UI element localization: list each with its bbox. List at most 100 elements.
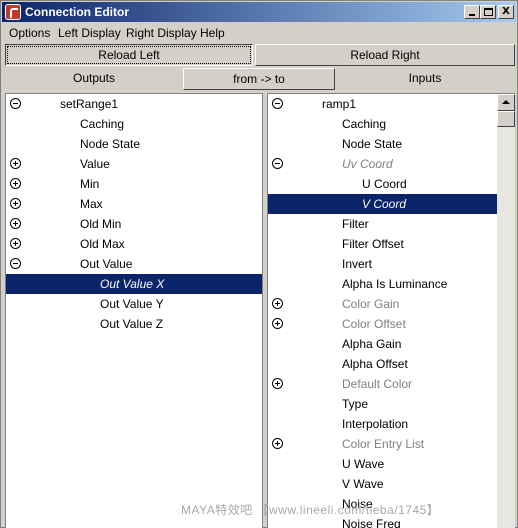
- right-row-v-coord[interactable]: V Coord: [268, 194, 497, 214]
- expand-plus-icon[interactable]: [272, 298, 283, 309]
- right-row-u-coord[interactable]: U Coord: [268, 174, 497, 194]
- right-row-color-offset[interactable]: Color Offset: [268, 314, 497, 334]
- connection-editor-window: Connection Editor X Options Left Display…: [0, 0, 518, 528]
- expand-plus-icon[interactable]: [10, 218, 21, 229]
- attribute-label: Caching: [80, 117, 125, 131]
- right-row-default-color[interactable]: Default Color: [268, 374, 497, 394]
- attribute-label: Out Value: [80, 257, 133, 271]
- scroll-up-button[interactable]: [497, 94, 515, 111]
- attribute-label: Interpolation: [342, 417, 409, 431]
- collapse-minus-icon[interactable]: [272, 98, 283, 109]
- watermark-text: MAYA特效吧 【www.lineeli.com/tieba/1745】: [181, 503, 440, 517]
- right-row-caching[interactable]: Caching: [268, 114, 497, 134]
- right-row-type[interactable]: Type: [268, 394, 497, 414]
- inputs-list[interactable]: ramp1 Caching Node State Uv Coord U Coord V C…: [267, 93, 515, 528]
- left-row-setrange1[interactable]: setRange1: [6, 94, 262, 114]
- reload-left-button[interactable]: Reload Left: [5, 44, 253, 66]
- attribute-label: Old Max: [80, 237, 125, 251]
- right-row-v-wave[interactable]: V Wave: [268, 474, 497, 494]
- right-row-color-gain[interactable]: Color Gain: [268, 294, 497, 314]
- attribute-label: Color Entry List: [342, 437, 425, 451]
- expand-plus-icon[interactable]: [10, 158, 21, 169]
- attribute-label: Min: [80, 177, 100, 191]
- attribute-label: Alpha Gain: [342, 337, 402, 351]
- attribute-label: U Wave: [342, 457, 385, 471]
- right-row-uv-coord[interactable]: Uv Coord: [268, 154, 497, 174]
- attribute-label: Filter: [342, 217, 369, 231]
- attribute-label: setRange1: [60, 97, 119, 111]
- maximize-button[interactable]: [480, 5, 496, 19]
- attribute-label: Uv Coord: [342, 157, 393, 171]
- title-bar[interactable]: Connection Editor X: [2, 2, 516, 22]
- close-icon: X: [502, 6, 510, 17]
- attribute-label: V Coord: [362, 197, 407, 211]
- attribute-label: Node State: [80, 137, 141, 151]
- right-row-filter-offset[interactable]: Filter Offset: [268, 234, 497, 254]
- menu-help[interactable]: Help: [200, 26, 225, 40]
- left-row-value[interactable]: Value: [6, 154, 262, 174]
- left-row-node-state[interactable]: Node State: [6, 134, 262, 154]
- minimize-icon: [469, 14, 475, 16]
- attribute-label: Value: [80, 157, 110, 171]
- expand-plus-icon[interactable]: [10, 178, 21, 189]
- attribute-label: V Wave: [342, 477, 384, 491]
- inputs-header: Inputs: [408, 71, 442, 85]
- expand-plus-icon[interactable]: [272, 438, 283, 449]
- left-row-out-value-x[interactable]: Out Value X: [6, 274, 262, 294]
- right-row-ramp1[interactable]: ramp1: [268, 94, 497, 114]
- maya-app-icon[interactable]: [5, 4, 21, 20]
- left-row-caching[interactable]: Caching: [6, 114, 262, 134]
- right-row-alpha-gain[interactable]: Alpha Gain: [268, 334, 497, 354]
- right-row-color-entry-list[interactable]: Color Entry List: [268, 434, 497, 454]
- right-row-interpolation[interactable]: Interpolation: [268, 414, 497, 434]
- left-row-out-value[interactable]: Out Value: [6, 254, 262, 274]
- right-row-u-wave[interactable]: U Wave: [268, 454, 497, 474]
- right-row-node-state[interactable]: Node State: [268, 134, 497, 154]
- menu-left-display[interactable]: Left Display: [58, 26, 121, 40]
- expand-plus-icon[interactable]: [10, 198, 21, 209]
- attribute-label: Out Value Y: [100, 297, 164, 311]
- attribute-label: Node State: [342, 137, 403, 151]
- attribute-label: Alpha Offset: [342, 357, 408, 371]
- attribute-label: U Coord: [362, 177, 407, 191]
- attribute-label: Alpha Is Luminance: [342, 277, 448, 291]
- attribute-label: ramp1: [322, 97, 357, 111]
- close-button[interactable]: X: [498, 5, 514, 19]
- left-row-max[interactable]: Max: [6, 194, 262, 214]
- right-row-alpha-offset[interactable]: Alpha Offset: [268, 354, 497, 374]
- attribute-label: Caching: [342, 117, 387, 131]
- direction-toggle-button[interactable]: from -> to: [183, 68, 335, 90]
- left-row-out-value-y[interactable]: Out Value Y: [6, 294, 262, 314]
- attribute-label: Color Gain: [342, 297, 400, 311]
- right-row-filter[interactable]: Filter: [268, 214, 497, 234]
- collapse-minus-icon[interactable]: [272, 158, 283, 169]
- right-row-alpha-is-luminance[interactable]: Alpha Is Luminance: [268, 274, 497, 294]
- collapse-minus-icon[interactable]: [10, 98, 21, 109]
- collapse-minus-icon[interactable]: [10, 258, 21, 269]
- menu-options[interactable]: Options: [9, 26, 50, 40]
- attribute-label: Out Value X: [100, 277, 165, 291]
- menu-bar: Options Left Display Right Display Help: [2, 23, 516, 43]
- scroll-thumb[interactable]: [497, 111, 515, 127]
- right-row-invert[interactable]: Invert: [268, 254, 497, 274]
- expand-plus-icon[interactable]: [272, 378, 283, 389]
- outputs-list[interactable]: setRange1 Caching Node State Value Min Max Old…: [5, 93, 263, 528]
- left-row-out-value-z[interactable]: Out Value Z: [6, 314, 262, 334]
- reload-right-button[interactable]: Reload Right: [255, 44, 515, 66]
- maximize-icon: [484, 8, 493, 16]
- expand-plus-icon[interactable]: [272, 318, 283, 329]
- left-row-old-min[interactable]: Old Min: [6, 214, 262, 234]
- menu-right-display[interactable]: Right Display: [126, 26, 197, 40]
- attribute-label: Default Color: [342, 377, 413, 391]
- expand-plus-icon[interactable]: [10, 238, 21, 249]
- attribute-label: Type: [342, 397, 369, 411]
- left-row-old-max[interactable]: Old Max: [6, 234, 262, 254]
- inputs-scrollbar[interactable]: [497, 94, 515, 528]
- minimize-button[interactable]: [464, 5, 480, 19]
- attribute-label: Color Offset: [342, 317, 406, 331]
- attribute-label: Invert: [342, 257, 373, 271]
- window-title: Connection Editor: [25, 5, 129, 19]
- attribute-label: Filter Offset: [342, 237, 404, 251]
- left-row-min[interactable]: Min: [6, 174, 262, 194]
- attribute-label: Old Min: [80, 217, 122, 231]
